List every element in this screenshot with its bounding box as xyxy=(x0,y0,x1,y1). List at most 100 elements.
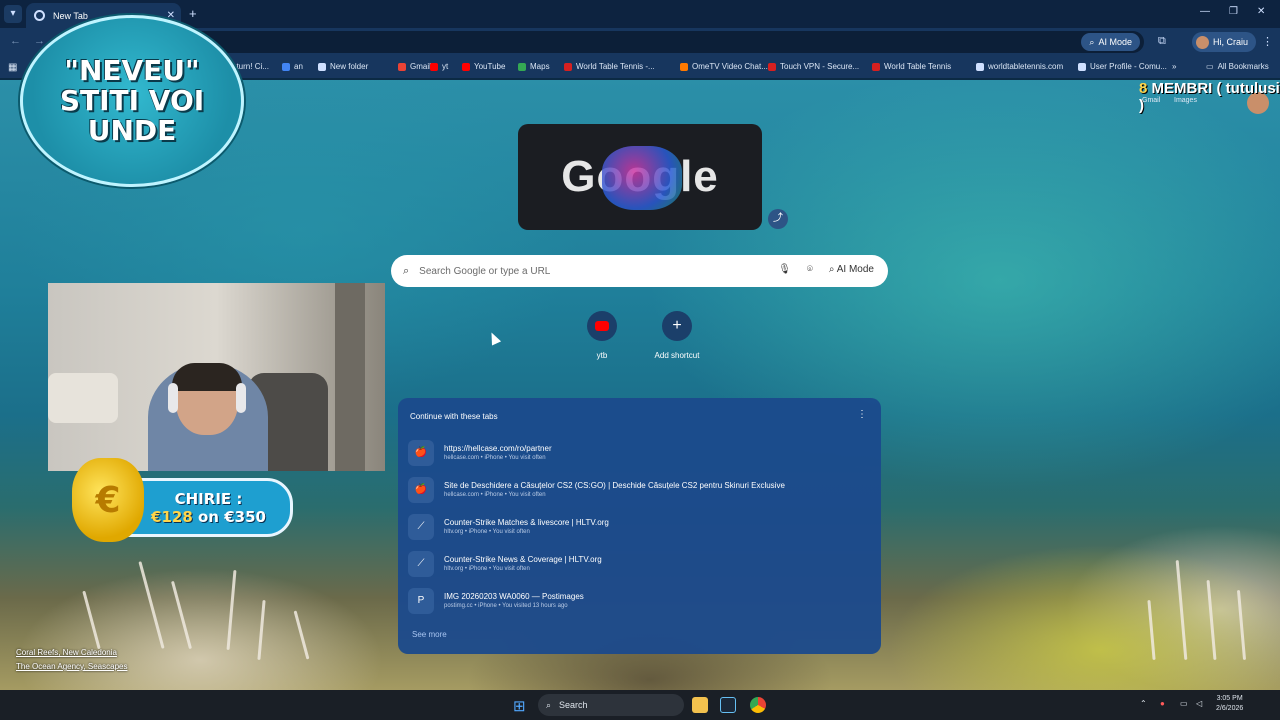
rent-title: CHIRIE : xyxy=(174,489,243,508)
all-bookmarks-button[interactable]: ▭ All Bookmarks xyxy=(1206,62,1269,71)
pillow xyxy=(48,373,118,423)
bookmark-label: World Table Tennis -... xyxy=(576,62,655,71)
bookmark-label: Touch VPN - Secure... xyxy=(780,62,860,71)
taskbar-search[interactable]: ⌕ Search xyxy=(538,694,684,716)
rent-goal: on €350 xyxy=(192,507,266,526)
neveu-overlay: "NEVEU" STITI VOI UNDE xyxy=(20,15,244,187)
search-box[interactable]: ⌕ Search Google or type a URL 🎙 ⌾ ⌕ AI M… xyxy=(391,255,888,287)
bookmark-label: Gmail xyxy=(410,62,431,71)
continue-tab-text: IMG 20260203 WA0060 — Postimages postimg.… xyxy=(444,591,584,611)
members-count: 8 xyxy=(1139,80,1148,97)
tab-strip: ▾ New Tab ✕ + — ❐ ✕ xyxy=(0,0,1280,28)
tab-title: New Tab xyxy=(53,10,88,21)
chrome-icon xyxy=(34,10,45,21)
continue-tab-title: IMG 20260203 WA0060 — Postimages xyxy=(444,591,584,601)
continue-tab-item[interactable]: ⟋ Counter-Strike News & Coverage | HLTV.o… xyxy=(408,547,871,580)
bookmark-favicon-icon xyxy=(680,62,688,71)
attribution-title[interactable]: Coral Reefs, New Caledonia xyxy=(16,646,127,660)
taskbar-search-label: Search xyxy=(559,700,588,710)
ai-mode-label: AI Mode xyxy=(1098,37,1132,47)
microphone-tray-icon[interactable]: ● xyxy=(1160,699,1165,708)
continue-tab-title: Site de Deschidere a Căsuțelor CS2 (CS:G… xyxy=(444,480,785,490)
bookmark-favicon-icon xyxy=(1078,62,1086,71)
continue-tab-subtitle: hltv.org • iPhone • You visit often xyxy=(444,528,530,535)
continue-tab-text: Counter-Strike News & Coverage | HLTV.or… xyxy=(444,554,602,574)
apps-icon[interactable]: ▦ xyxy=(8,62,17,73)
continue-tab-text: Site de Deschidere a Căsuțelor CS2 (CS:G… xyxy=(444,480,785,500)
tray-chevron-icon[interactable]: ⌃ xyxy=(1140,699,1147,708)
camera-icon[interactable]: ⌾ xyxy=(807,264,813,275)
headphone-right xyxy=(236,383,246,413)
money-bag-icon: € xyxy=(72,458,144,542)
bookmark-favicon-icon xyxy=(282,62,290,71)
bookmark-item[interactable]: World Table Tennis -... xyxy=(564,62,655,71)
steam-icon[interactable] xyxy=(720,697,736,713)
bookmark-item[interactable]: yt xyxy=(430,62,448,71)
restore-icon[interactable]: ❐ xyxy=(1229,6,1238,17)
shortcut-add[interactable]: + Add shortcut xyxy=(642,311,712,360)
bookmark-item[interactable]: Gmail xyxy=(398,62,431,71)
back-icon[interactable]: ← xyxy=(10,35,21,47)
chrome-taskbar-icon[interactable] xyxy=(750,697,766,713)
menu-icon[interactable]: ⋮ xyxy=(1262,35,1273,48)
share-icon[interactable]: ⤴ xyxy=(768,209,788,229)
hltv-icon: ⟋ xyxy=(408,550,434,577)
bookmark-item[interactable]: YouTube xyxy=(462,62,505,71)
bookmark-favicon-icon xyxy=(564,62,572,71)
close-window-icon[interactable]: ✕ xyxy=(1257,6,1265,17)
bookmark-item[interactable]: worldtabletennis.com xyxy=(976,62,1063,71)
ai-mode-button[interactable]: ⌕ AI Mode xyxy=(1081,33,1140,51)
google-doodle[interactable]: Google xyxy=(518,124,762,230)
more-options-icon[interactable]: ⋮ xyxy=(857,409,867,420)
bookmark-item[interactable]: User Profile - Comu... xyxy=(1078,62,1167,71)
microphone-icon[interactable]: 🎙 xyxy=(778,264,791,275)
extensions-icon[interactable]: ⧉ xyxy=(1158,35,1166,48)
bookmark-item[interactable]: OmeTV Video Chat... xyxy=(680,62,768,71)
neveu-line-2: STITI VOI xyxy=(59,84,205,117)
continue-tab-item[interactable]: 🍎 https://hellcase.com/ro/partner hellcase… xyxy=(408,436,871,469)
attribution-credit[interactable]: The Ocean Agency, Seascapes xyxy=(16,660,127,674)
address-bar[interactable]: G ⌕ AI Mode xyxy=(104,31,1144,53)
new-tab-button[interactable]: + xyxy=(189,6,197,21)
ai-mode-search-button[interactable]: ⌕ AI Mode xyxy=(829,264,874,275)
file-explorer-icon[interactable] xyxy=(692,697,708,713)
bookmark-label: New folder xyxy=(330,62,369,71)
bookmark-item[interactable]: World Table Tennis xyxy=(872,62,951,71)
continue-tab-item[interactable]: ⟋ Counter-Strike Matches & livescore | HL… xyxy=(408,510,871,543)
continue-tab-text: Counter-Strike Matches & livescore | HLT… xyxy=(444,517,609,537)
windows-start-icon[interactable]: ⊞ xyxy=(513,697,526,715)
bookmark-label: YouTube xyxy=(474,62,506,71)
forward-icon[interactable]: → xyxy=(34,35,45,47)
bookmark-label: OmeTV Video Chat... xyxy=(692,62,768,71)
bookmark-item[interactable]: an xyxy=(282,62,303,71)
bookmark-favicon-icon xyxy=(318,62,326,71)
tab-search-button[interactable]: ▾ xyxy=(4,5,22,23)
screen: ▾ New Tab ✕ + — ❐ ✕ ← → ↻ ⌂ G ⌕ AI Mode … xyxy=(0,0,1280,720)
bookmark-item[interactable]: New folder xyxy=(318,62,368,71)
shortcut-ytb[interactable]: ytb xyxy=(567,311,637,360)
doodle-illustration xyxy=(602,146,682,210)
continue-tab-item[interactable]: 🍎 Site de Deschidere a Căsuțelor CS2 (CS:… xyxy=(408,473,871,506)
continue-tab-subtitle: hellcase.com • iPhone • You visit often xyxy=(444,454,546,461)
background-attribution[interactable]: Coral Reefs, New Caledonia The Ocean Age… xyxy=(16,646,127,674)
bookmark-label: World Table Tennis xyxy=(884,62,952,71)
bookmark-favicon-icon xyxy=(430,62,438,71)
search-placeholder: Search Google or type a URL xyxy=(419,265,551,277)
webcam-feed xyxy=(48,283,385,471)
search-icon: ⌕ xyxy=(546,699,552,710)
see-more-link[interactable]: See more xyxy=(412,630,447,639)
profile-button[interactable]: Hi, Craiu xyxy=(1192,32,1257,52)
more-bookmarks-icon[interactable]: » xyxy=(1172,62,1176,71)
volume-icon[interactable]: ◁ xyxy=(1196,699,1202,708)
bookmark-favicon-icon xyxy=(872,62,880,71)
bookmark-item[interactable]: Maps xyxy=(518,62,550,71)
folder-icon: ▭ xyxy=(1206,62,1214,71)
bookmark-item[interactable]: Touch VPN - Secure... xyxy=(768,62,859,71)
network-icon[interactable]: ▭ xyxy=(1180,699,1188,708)
hltv-icon: ⟋ xyxy=(408,513,434,540)
search-icon: ⌕ xyxy=(403,264,410,277)
clock[interactable]: 3:05 PM 2/6/2026 xyxy=(1216,694,1243,714)
continue-tab-item[interactable]: P IMG 20260203 WA0060 — Postimages postimg… xyxy=(408,584,871,617)
panel-title: Continue with these tabs xyxy=(410,412,498,421)
minimize-icon[interactable]: — xyxy=(1200,6,1210,17)
